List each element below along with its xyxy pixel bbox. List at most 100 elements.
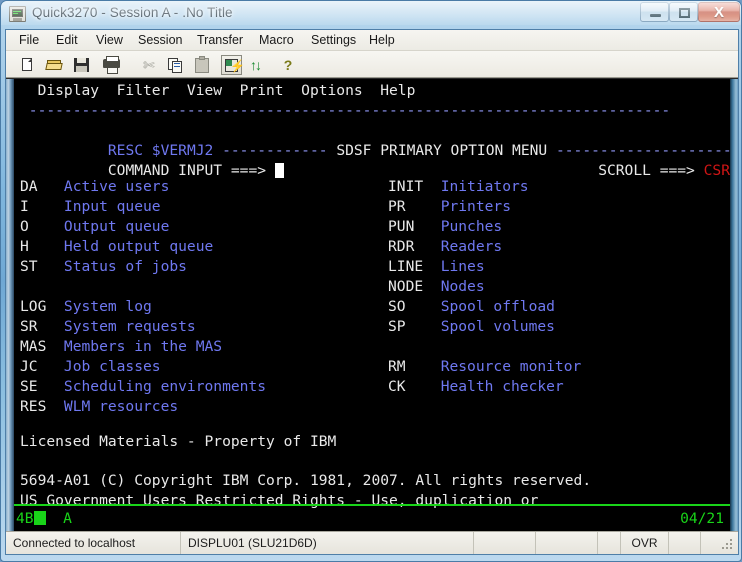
toolbar: ✄ ⚡ ↑↓ ?: [6, 51, 738, 78]
minimize-icon: [650, 14, 661, 17]
option-code-rdr: RDR: [388, 237, 441, 257]
maximize-button[interactable]: [669, 2, 698, 22]
status-cell-3: [474, 532, 536, 554]
oia-left-group: 4B A: [16, 508, 72, 530]
option-code-line: LINE: [388, 257, 441, 277]
copy-button[interactable]: [165, 55, 186, 75]
menu-file[interactable]: File: [14, 32, 44, 49]
oia-cursor-position: 04/21: [680, 508, 724, 530]
menu-transfer[interactable]: Transfer: [192, 32, 248, 49]
paste-button[interactable]: [192, 55, 213, 75]
operator-information-area: 4B A 04/21: [14, 508, 730, 530]
option-code-rm: RM: [388, 357, 441, 377]
status-bar: Connected to localhost DISPLU01 (SLU21D6…: [6, 531, 738, 554]
option-desc-pr: Printers: [441, 198, 511, 215]
legal-line-2: 5694-A01 (C) Copyright IBM Corp. 1981, 2…: [14, 471, 730, 491]
option-desc-init: Initiators: [441, 178, 529, 195]
oia-indicator-block: [34, 511, 46, 525]
option-desc-line: Lines: [441, 258, 485, 275]
option-desc-mas: Members in the MAS: [64, 338, 222, 355]
resize-grip[interactable]: [722, 539, 735, 552]
option-row-res[interactable]: RESWLM resources: [14, 397, 730, 417]
help-button[interactable]: ?: [277, 55, 298, 75]
option-code-ck: CK: [388, 377, 441, 397]
option-row-so[interactable]: SOSpool offload: [14, 297, 730, 317]
minimize-button[interactable]: [640, 2, 669, 22]
option-code-res: RES: [20, 397, 64, 417]
option-desc-so: Spool offload: [441, 298, 555, 315]
open-button[interactable]: [44, 55, 65, 75]
menu-session[interactable]: Session: [133, 32, 187, 49]
cursor: [275, 163, 284, 178]
option-code-pun: PUN: [388, 217, 441, 237]
option-row-rm[interactable]: RMResource monitor: [14, 357, 730, 377]
option-code-init: INIT: [388, 177, 441, 197]
option-row-rdr[interactable]: RDRReaders: [14, 237, 730, 257]
print-icon: [103, 59, 120, 68]
sdsf-header-line: RESC $VERMJ2 ------------ SDSF PRIMARY O…: [14, 121, 730, 141]
new-icon: [22, 58, 32, 71]
option-row-mas[interactable]: MASMembers in the MAS: [14, 337, 730, 357]
option-code-sp: SP: [388, 317, 441, 337]
status-lu-name: DISPLU01 (SLU21D6D): [181, 532, 474, 554]
rule-top: ----------------------------------------…: [14, 101, 730, 121]
legal-line-1: Licensed Materials - Property of IBM: [14, 432, 730, 452]
close-button[interactable]: X: [698, 2, 740, 22]
option-row-init[interactable]: INITInitiators: [14, 177, 730, 197]
oia-separator: [14, 504, 730, 506]
terminal-icon: [9, 6, 26, 22]
save-icon: [74, 58, 89, 72]
menu-help[interactable]: Help: [364, 32, 400, 49]
send-key-button[interactable]: ⚡: [221, 55, 242, 75]
file-transfer-button[interactable]: ↑↓: [246, 55, 267, 75]
status-cell-4: [536, 532, 598, 554]
option-row-node[interactable]: NODENodes: [14, 277, 730, 297]
menu-bar: File Edit View Session Transfer Macro Se…: [6, 30, 738, 51]
client-area: File Edit View Session Transfer Macro Se…: [5, 29, 739, 555]
status-cell-5: [598, 532, 621, 554]
option-desc-node: Nodes: [441, 278, 485, 295]
oia-status-code: 4B: [16, 510, 34, 527]
option-code-so: SO: [388, 297, 441, 317]
option-desc-res: WLM resources: [64, 398, 178, 415]
option-desc-rdr: Readers: [441, 238, 503, 255]
option-desc-ck: Health checker: [441, 378, 564, 395]
save-button[interactable]: [71, 55, 92, 75]
option-row-pun[interactable]: PUNPunches: [14, 217, 730, 237]
help-icon: ?: [282, 57, 294, 73]
oia-mode: A: [63, 510, 72, 527]
option-row-ck[interactable]: CKHealth checker: [14, 377, 730, 397]
terminal-screen-area[interactable]: Display Filter View Print Options Help -…: [6, 78, 738, 533]
maximize-icon: [679, 8, 690, 18]
sdsf-action-bar[interactable]: Display Filter View Print Options Help: [14, 81, 730, 101]
print-button[interactable]: [101, 55, 122, 75]
status-cell-7: [669, 532, 701, 554]
menu-edit[interactable]: Edit: [51, 32, 83, 49]
status-connection: Connected to localhost: [6, 532, 181, 554]
option-code-pr: PR: [388, 197, 441, 217]
title-bar[interactable]: Quick3270 - Session A - .No Title X: [1, 1, 742, 29]
menu-macro[interactable]: Macro: [254, 32, 299, 49]
cut-icon: ✄: [143, 58, 154, 72]
terminal-screen[interactable]: Display Filter View Print Options Help -…: [14, 79, 730, 533]
close-icon: X: [714, 4, 724, 21]
option-code-node: NODE: [388, 277, 441, 297]
window-title: Quick3270 - Session A - .No Title: [32, 5, 233, 20]
option-desc-sp: Spool volumes: [441, 318, 555, 335]
option-row-line[interactable]: LINELines: [14, 257, 730, 277]
application-window: Quick3270 - Session A - .No Title X File…: [0, 0, 742, 562]
new-button[interactable]: [17, 55, 38, 75]
file-transfer-icon: ↑↓: [250, 58, 264, 73]
scroll-field[interactable]: SCROLL ===> CSR: [14, 141, 730, 161]
option-code-mas: MAS: [20, 337, 64, 357]
status-insert-mode: OVR: [621, 532, 669, 554]
screen-right-bevel: [730, 79, 738, 533]
option-desc-rm: Resource monitor: [441, 358, 582, 375]
option-row-sp[interactable]: SPSpool volumes: [14, 317, 730, 337]
screen-left-bevel: [6, 79, 14, 533]
option-row-pr[interactable]: PRPrinters: [14, 197, 730, 217]
cut-button[interactable]: ✄: [138, 55, 159, 75]
menu-settings[interactable]: Settings: [306, 32, 361, 49]
menu-view[interactable]: View: [91, 32, 128, 49]
option-desc-pun: Punches: [441, 218, 503, 235]
